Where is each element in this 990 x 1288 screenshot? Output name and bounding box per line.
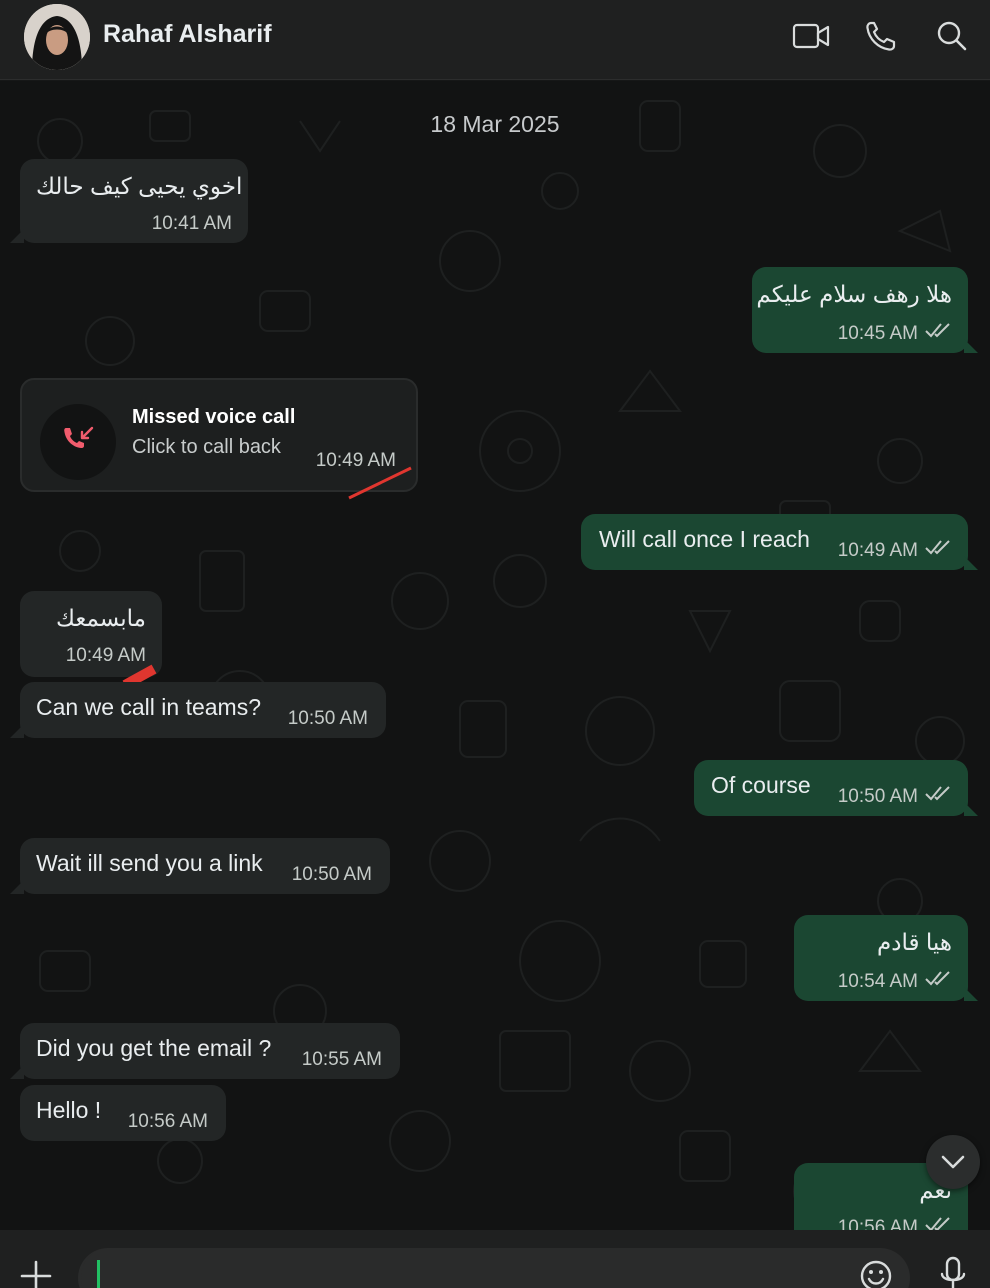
message-bubble-incoming[interactable]: Can we call in teams? 10:50 AM (10, 682, 386, 738)
missed-call-subtitle[interactable]: Click to call back (132, 436, 281, 459)
chat-area[interactable]: 18 Mar 2025 اخوي يحيى كيف حالك 10:41 AM … (0, 81, 990, 1230)
contact-name[interactable]: Rahaf Alsharif (103, 20, 272, 49)
avatar[interactable] (24, 4, 90, 70)
message-text: Did you get the email ? (36, 1035, 272, 1061)
message-time: 10:50 AM (837, 786, 918, 807)
phone-icon[interactable] (862, 18, 902, 54)
missed-call-icon-wrap (40, 404, 116, 480)
message-bubble-incoming[interactable]: Did you get the email ? 10:55 AM (10, 1023, 400, 1079)
message-text: Can we call in teams? (36, 694, 261, 720)
composer-bar (0, 1230, 990, 1288)
message-time: 10:45 AM (837, 323, 918, 344)
scroll-to-bottom-button[interactable] (926, 1135, 980, 1189)
chat-header: Rahaf Alsharif (0, 0, 990, 80)
missed-call-title: Missed voice call (132, 406, 296, 428)
plus-icon[interactable] (18, 1258, 54, 1288)
annotation-stroke (348, 466, 412, 500)
mic-icon[interactable] (938, 1256, 968, 1288)
missed-call-icon (64, 426, 94, 449)
message-text: Will call once I reach (599, 526, 810, 552)
emoji-icon[interactable] (858, 1258, 894, 1288)
bubble-tail (964, 556, 978, 570)
bubble-tail (964, 339, 978, 353)
message-text: Wait ill send you a link (36, 850, 263, 876)
message-text: Of course (711, 772, 811, 798)
message-time: 10:41 AM (151, 213, 232, 234)
bubble-tail (10, 880, 24, 894)
bubble-tail (964, 802, 978, 816)
text-caret (97, 1260, 100, 1288)
double-check-icon (925, 786, 950, 801)
message-text: اخوي يحيى كيف حالك (36, 173, 243, 199)
video-call-icon[interactable] (791, 18, 831, 54)
message-time: 10:56 AM (127, 1111, 208, 1132)
message-time: 10:49 AM (837, 540, 918, 561)
double-check-icon (925, 323, 950, 338)
message-bubble-outgoing[interactable]: هلا رهف سلام عليكم 10:45 AM (752, 267, 978, 353)
date-separator: 18 Mar 2025 (430, 111, 560, 137)
double-check-icon (925, 971, 950, 986)
message-time: 10:54 AM (837, 971, 918, 992)
message-text: هيا قادم (877, 929, 952, 955)
bubble-tail (964, 987, 978, 1001)
message-bubble-incoming[interactable]: Hello ! 10:56 AM (20, 1085, 226, 1141)
chevron-down-icon (941, 1155, 965, 1169)
message-bubble-incoming[interactable]: اخوي يحيى كيف حالك 10:41 AM (10, 159, 248, 243)
bubble-tail (10, 724, 24, 738)
message-time: 10:56 AM (837, 1217, 918, 1230)
message-input[interactable] (78, 1248, 910, 1288)
message-bubble-outgoing[interactable]: Will call once I reach 10:49 AM (581, 514, 978, 570)
message-bubble-outgoing[interactable]: Of course 10:50 AM (694, 760, 978, 816)
double-check-icon (925, 540, 950, 555)
message-time: 10:50 AM (287, 708, 368, 729)
message-bubble-incoming[interactable]: Wait ill send you a link 10:50 AM (10, 838, 390, 894)
bubble-tail (10, 229, 24, 243)
message-bubble-outgoing[interactable]: هيا قادم 10:54 AM (794, 915, 978, 1001)
double-check-icon (925, 1217, 950, 1230)
message-text: هلا رهف سلام عليكم (756, 281, 952, 307)
message-time: 10:50 AM (291, 864, 372, 885)
message-text: مابسمعك (55, 605, 146, 631)
message-text: Hello ! (36, 1097, 102, 1123)
message-time: 10:55 AM (301, 1049, 382, 1070)
search-icon[interactable] (933, 18, 973, 54)
bubble-tail (10, 1065, 24, 1079)
